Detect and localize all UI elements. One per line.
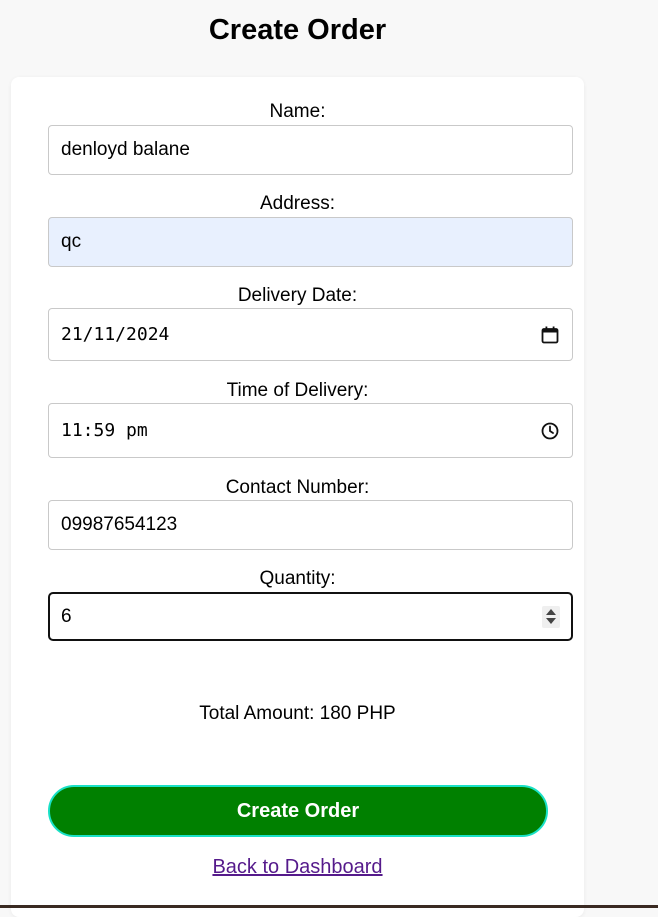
back-to-dashboard-link[interactable]: Back to Dashboard — [212, 856, 382, 878]
spin-down-icon[interactable] — [546, 618, 556, 624]
address-input[interactable]: qc — [48, 217, 573, 267]
order-form-card: Name: denloyd balane Address: qc Deliver… — [11, 77, 584, 917]
address-label: Address: — [260, 193, 335, 214]
quantity-value: 6 — [61, 605, 72, 627]
clock-icon[interactable] — [540, 421, 560, 441]
delivery-date-label: Delivery Date: — [237, 285, 358, 306]
contact-value: 09987654123 — [61, 514, 178, 535]
name-label: Name: — [269, 101, 326, 122]
page-title: Create Order — [208, 14, 387, 46]
delivery-time-label: Time of Delivery: — [226, 380, 369, 401]
back-link-wrapper: Back to Dashboard — [11, 856, 584, 879]
delivery-time-value: 11:59 pm — [61, 420, 148, 441]
name-value: denloyd balane — [61, 139, 190, 160]
contact-label: Contact Number: — [225, 477, 370, 498]
address-value: qc — [61, 231, 82, 252]
quantity-stepper[interactable]: 6 — [48, 592, 573, 641]
delivery-date-input[interactable]: 21/11/2024 — [48, 308, 573, 361]
spinner-icon[interactable] — [542, 605, 560, 628]
total-amount: Total Amount: 180 PHP — [199, 703, 396, 724]
name-input[interactable]: denloyd balane — [48, 125, 573, 175]
contact-input[interactable]: 09987654123 — [48, 500, 573, 550]
calendar-icon[interactable] — [540, 325, 560, 345]
spin-up-icon[interactable] — [546, 609, 556, 615]
delivery-date-value: 21/11/2024 — [61, 324, 170, 345]
delivery-time-input[interactable]: 11:59 pm — [48, 403, 573, 458]
quantity-label: Quantity: — [259, 568, 336, 589]
create-order-button[interactable]: Create Order — [48, 785, 548, 837]
